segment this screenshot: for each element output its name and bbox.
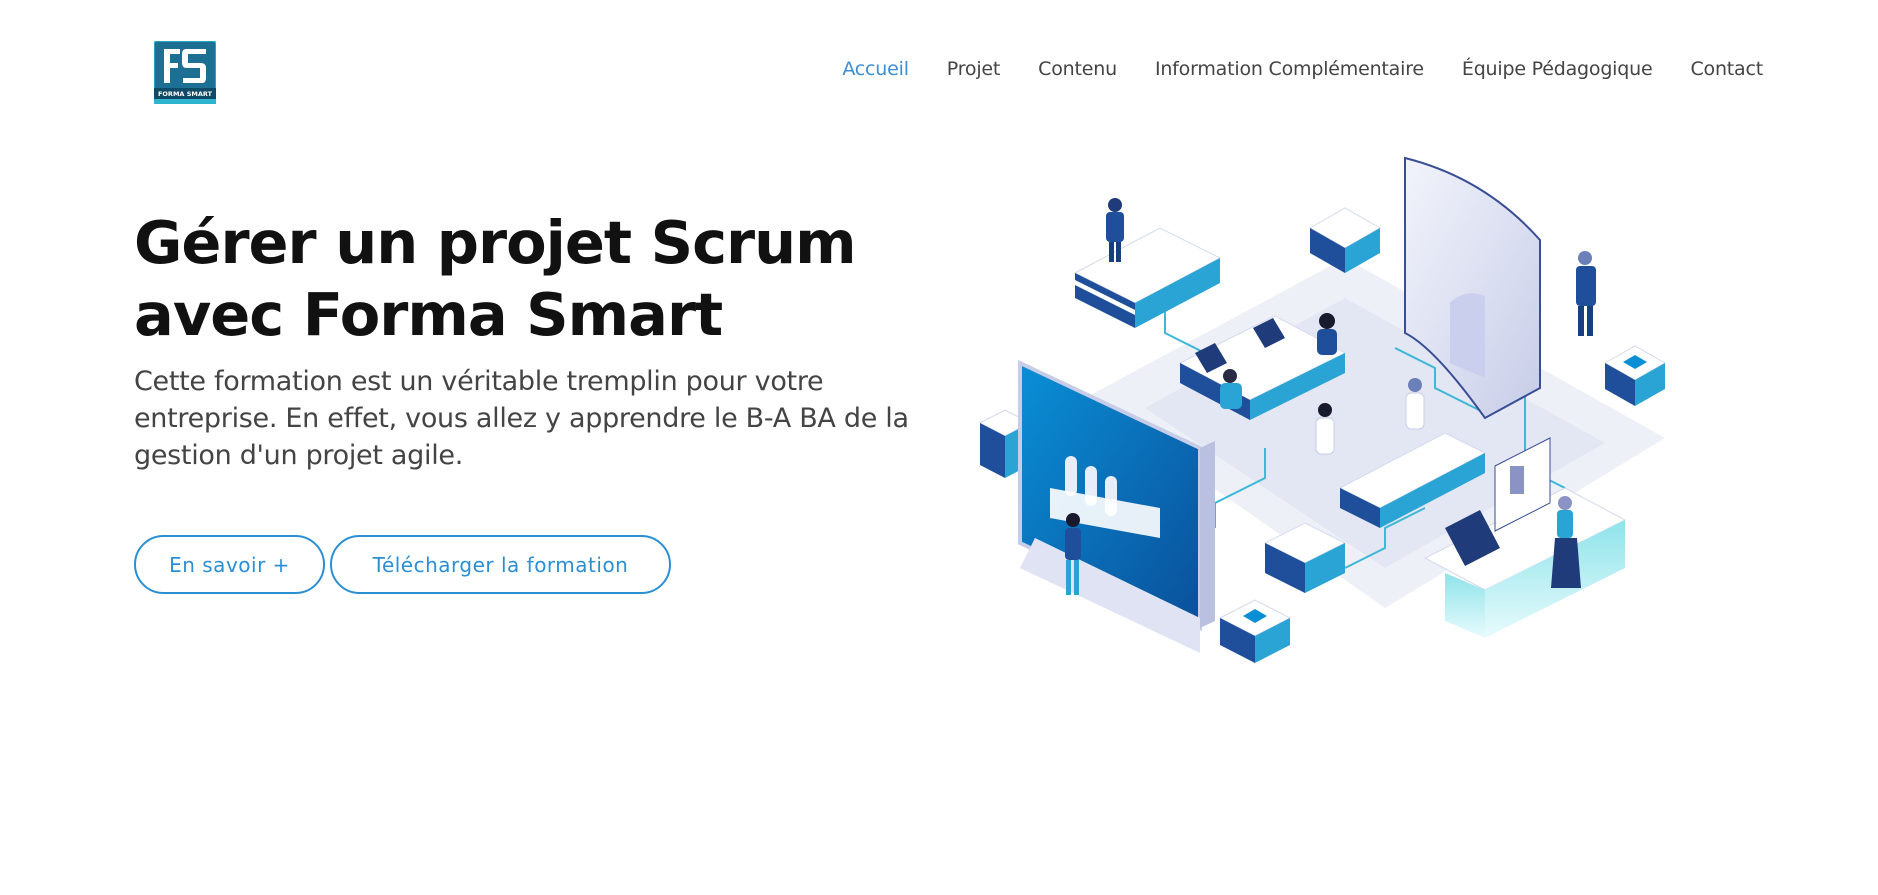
- hero-title: Gérer un projet Scrum avec Forma Smart: [134, 208, 857, 349]
- logo[interactable]: FORMA SMART: [153, 40, 217, 105]
- nav-item-contenu[interactable]: Contenu: [1038, 58, 1117, 80]
- download-formation-button[interactable]: Télécharger la formation: [330, 535, 671, 594]
- nav-item-information-complementaire[interactable]: Information Complémentaire: [1155, 58, 1424, 80]
- hero-description: Cette formation est un véritable trempli…: [134, 366, 909, 471]
- forma-smart-logo-icon: FORMA SMART: [153, 40, 217, 105]
- hero-illustration: [965, 148, 1685, 678]
- nav-item-projet[interactable]: Projet: [947, 58, 1001, 80]
- main-nav: Accueil Projet Contenu Information Compl…: [842, 58, 1763, 80]
- logo-caption: FORMA SMART: [158, 90, 213, 98]
- person-standing-right-icon: [1576, 251, 1596, 336]
- isometric-office-illustration: [978, 156, 1667, 663]
- server-stack-icon: [1308, 207, 1382, 273]
- nav-item-equipe-pedagogique[interactable]: Équipe Pédagogique: [1462, 58, 1653, 80]
- nav-item-accueil[interactable]: Accueil: [842, 58, 909, 80]
- nav-item-contact[interactable]: Contact: [1690, 58, 1763, 80]
- learn-more-button[interactable]: En savoir +: [134, 535, 325, 594]
